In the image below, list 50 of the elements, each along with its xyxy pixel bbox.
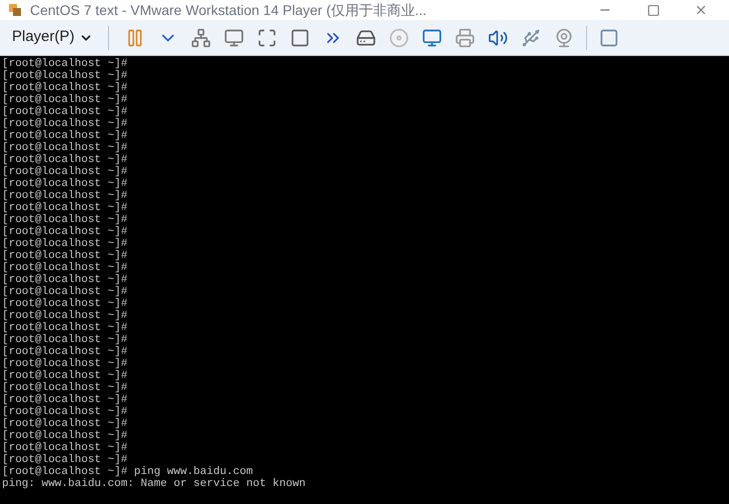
terminal-line: [root@localhost ~]#	[2, 358, 128, 370]
terminal-line: [root@localhost ~]#	[2, 370, 128, 382]
terminal-line: [root@localhost ~]#	[2, 214, 128, 226]
terminal-line: [root@localhost ~]#	[2, 58, 128, 70]
terminal-line: [root@localhost ~]#	[2, 394, 128, 406]
terminal-line: [root@localhost ~]#	[2, 190, 128, 202]
maximize-icon	[646, 4, 660, 16]
terminal-line: [root@localhost ~]#	[2, 334, 128, 346]
window-title: CentOS 7 text - VMware Workstation 14 Player (仅用于非商业...	[30, 1, 427, 20]
webcam-icon	[554, 28, 574, 48]
terminal-line: [root@localhost ~]#	[2, 454, 128, 466]
terminal-line: [root@localhost ~]# ping www.baidu.com	[2, 466, 253, 478]
terminal-line: [root@localhost ~]#	[2, 130, 128, 142]
speaker-icon	[488, 28, 508, 48]
terminal-line: [root@localhost ~]#	[2, 70, 128, 82]
usb-icon	[520, 28, 541, 48]
terminal-line: [root@localhost ~]#	[2, 142, 128, 154]
terminal-line: [root@localhost ~]#	[2, 82, 128, 94]
terminal-line: [root@localhost ~]#	[2, 382, 128, 394]
printer-icon	[454, 28, 475, 48]
terminal-line: [root@localhost ~]#	[2, 286, 128, 298]
terminal-line: [root@localhost ~]#	[2, 238, 128, 250]
network-icon	[190, 28, 211, 48]
hard-drive-icon	[356, 28, 376, 48]
fullscreen-icon	[256, 28, 277, 48]
terminal-line: [root@localhost ~]#	[2, 94, 128, 106]
terminal-line: [root@localhost ~]#	[2, 202, 128, 214]
close-icon	[694, 3, 708, 17]
terminal-line: [root@localhost ~]#	[2, 154, 128, 166]
terminal-line: [root@localhost ~]#	[2, 322, 128, 334]
terminal-line: [root@localhost ~]#	[2, 178, 128, 190]
terminal-line: [root@localhost ~]#	[2, 106, 128, 118]
monitor-icon	[422, 28, 442, 48]
terminal-line: [root@localhost ~]#	[2, 274, 128, 286]
terminal-line: ping: www.baidu.com: Name or service not known	[2, 478, 306, 490]
terminal-line: [root@localhost ~]#	[2, 418, 128, 430]
app-icon	[8, 3, 22, 17]
terminal-line: [root@localhost ~]#	[2, 430, 128, 442]
terminal-line: [root@localhost ~]#	[2, 298, 128, 310]
terminal-line: [root@localhost ~]#	[2, 118, 128, 130]
player-menu-button[interactable]: Player(P)	[8, 26, 97, 49]
terminal-line: [root@localhost ~]#	[2, 442, 128, 454]
terminal-line: [root@localhost ~]#	[2, 250, 128, 262]
disc-icon	[388, 28, 409, 48]
terminal-line: [root@localhost ~]#	[2, 310, 128, 322]
terminal-line: [root@localhost ~]#	[2, 262, 128, 274]
terminal-line: [root@localhost ~]#	[2, 346, 128, 358]
terminal-line: [root@localhost ~]#	[2, 166, 128, 178]
terminal-line: [root@localhost ~]#	[2, 406, 128, 418]
terminal-line: [root@localhost ~]#	[2, 226, 128, 238]
